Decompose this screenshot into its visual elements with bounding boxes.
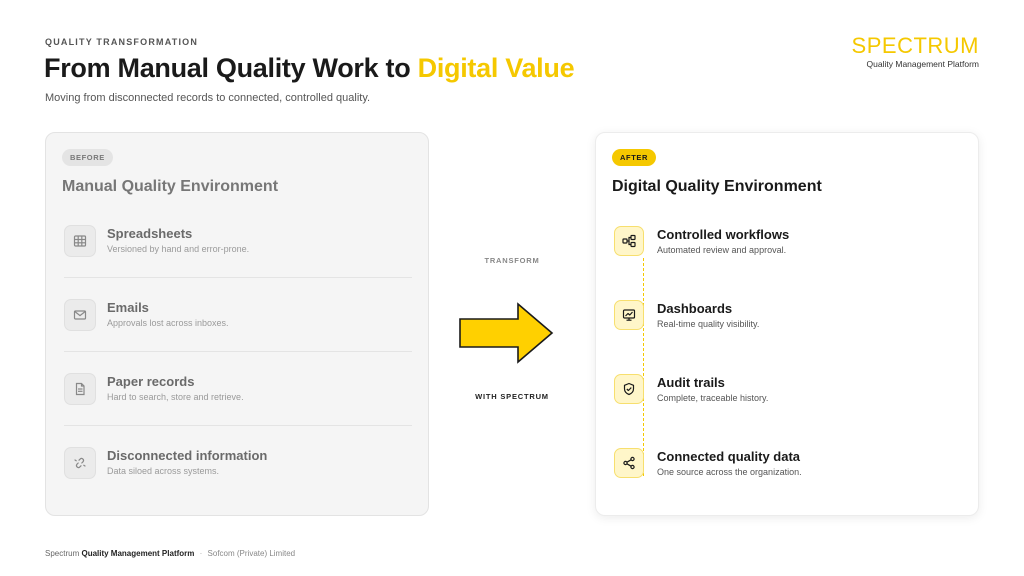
after-item-title: Connected quality data (657, 449, 801, 464)
before-item-title: Disconnected information (107, 448, 268, 463)
footer-product: Quality Management Platform (81, 549, 195, 558)
before-item-emails: Emails Approvals lost across inboxes. (64, 299, 412, 359)
after-item-connected-quality-data: Connected quality data One source across… (614, 448, 962, 508)
page-title: From Manual Quality Work to Digital Valu… (44, 53, 575, 84)
before-item-desc: Data siloed across systems. (107, 466, 220, 476)
page-subtitle: Moving from disconnected records to conn… (45, 92, 371, 104)
broken-link-icon (64, 447, 96, 479)
after-item-title: Controlled workflows (657, 227, 790, 242)
after-item-dashboards: Dashboards Real-time quality visibility. (614, 300, 962, 360)
before-item-desc: Approvals lost across inboxes. (107, 318, 229, 328)
before-item-disconnected-information: Disconnected information Data siloed acr… (64, 447, 412, 507)
eyebrow-label: QUALITY TRANSFORMATION (45, 37, 199, 47)
before-item-title: Paper records (107, 374, 195, 389)
after-badge: AFTER (612, 149, 656, 166)
before-badge: BEFORE (62, 149, 113, 166)
divider (64, 277, 412, 278)
before-card-title: Manual Quality Environment (62, 178, 279, 195)
after-item-desc: Complete, traceable history. (657, 393, 769, 403)
before-item-spreadsheets: Spreadsheets Versioned by hand and error… (64, 225, 412, 285)
after-item-desc: One source across the organization. (657, 467, 802, 477)
brand-name: SPECTRUM (851, 33, 979, 58)
divider (64, 425, 412, 426)
before-item-title: Spreadsheets (107, 226, 193, 241)
with-spectrum-label: WITH SPECTRUM (475, 392, 549, 401)
after-item-title: Dashboards (657, 301, 733, 316)
divider (64, 351, 412, 352)
before-item-paper-records: Paper records Hard to search, store and … (64, 373, 412, 433)
timeline-connector (643, 258, 644, 476)
transform-arrow-icon (459, 302, 554, 364)
share-nodes-icon (614, 448, 644, 478)
page-title-main: From Manual Quality Work to (44, 53, 418, 83)
brand-logo: SPECTRUM Quality Management Platform (851, 33, 979, 70)
dashboard-icon (614, 300, 644, 330)
after-item-desc: Automated review and approval. (657, 245, 787, 255)
table-icon (64, 225, 96, 257)
after-item-title: Audit trails (657, 375, 725, 390)
mail-icon (64, 299, 96, 331)
document-icon (64, 373, 96, 405)
shield-check-icon (614, 374, 644, 404)
before-item-desc: Versioned by hand and error-prone. (107, 244, 250, 254)
after-card-title: Digital Quality Environment (612, 178, 822, 195)
after-item-controlled-workflows: Controlled workflows Automated review an… (614, 226, 962, 286)
before-card: BEFORE Manual Quality Environment Spread… (45, 132, 429, 516)
before-item-title: Emails (107, 300, 149, 315)
after-item-audit-trails: Audit trails Complete, traceable history… (614, 374, 962, 434)
before-item-desc: Hard to search, store and retrieve. (107, 392, 244, 402)
footer-separator: · (199, 549, 203, 558)
after-item-desc: Real-time quality visibility. (657, 319, 760, 329)
footer: Spectrum Quality Management Platform · S… (45, 549, 295, 558)
workflow-icon (614, 226, 644, 256)
footer-brand: Spectrum (45, 549, 80, 558)
after-card: AFTER Digital Quality Environment Contro… (595, 132, 979, 516)
page-title-highlight: Digital Value (417, 53, 575, 83)
transform-label: TRANSFORM (484, 256, 540, 265)
footer-company: Sofcom (Private) Limited (207, 549, 296, 558)
brand-tagline: Quality Management Platform (866, 59, 979, 69)
